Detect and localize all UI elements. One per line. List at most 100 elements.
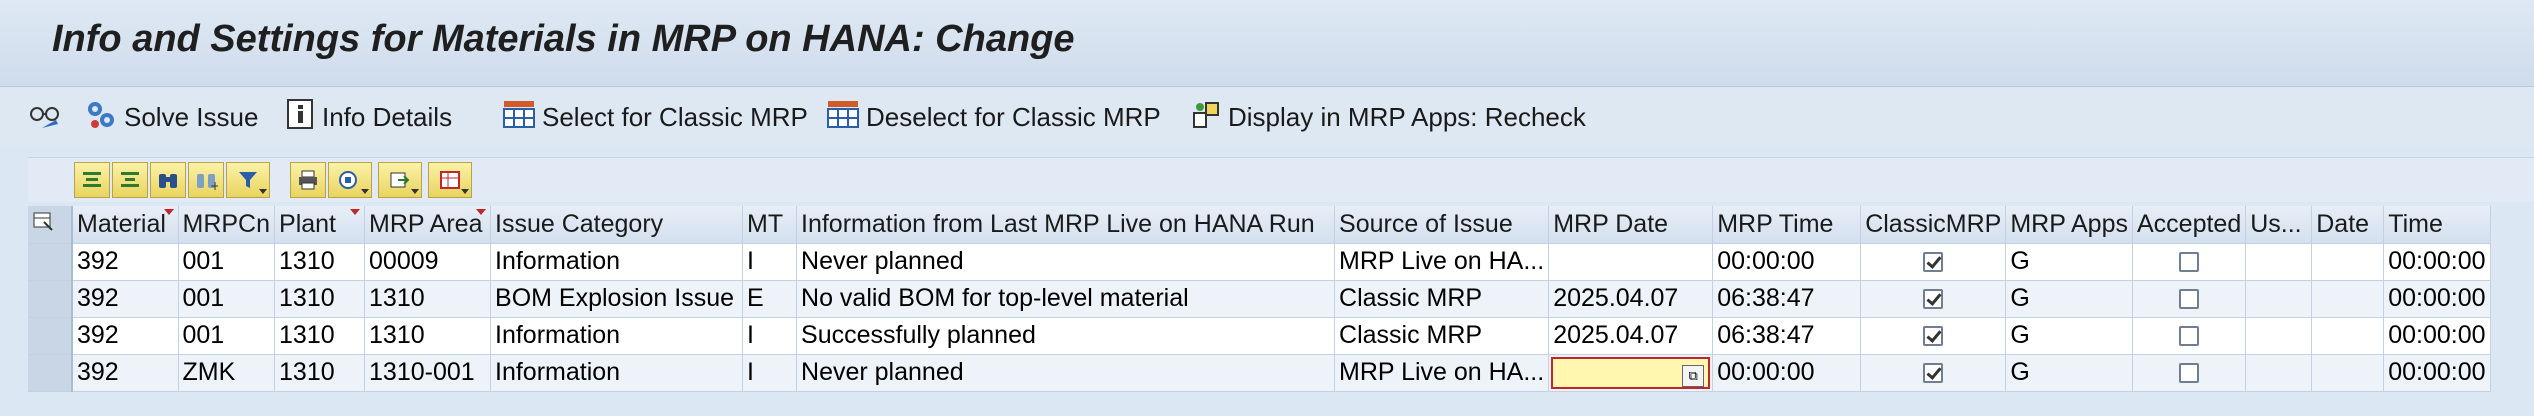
- cell-classic-mrp: [1860, 317, 2007, 355]
- col-header-time[interactable]: Time: [2383, 206, 2491, 244]
- cell-date: [2311, 354, 2385, 392]
- solve-issue-label: Solve Issue: [124, 101, 259, 132]
- info-details-label: Info Details: [322, 101, 453, 132]
- accepted-checkbox[interactable]: [2179, 363, 2200, 384]
- cell-mrp-date[interactable]: [1548, 243, 1714, 281]
- col-header-info[interactable]: Information from Last MRP Live on HANA R…: [796, 206, 1336, 244]
- cell-time: 00:00:00: [2383, 354, 2491, 392]
- glasses-icon[interactable]: [28, 95, 62, 139]
- cell-mrp-area: 1310-001: [364, 354, 492, 392]
- binoculars-icon[interactable]: [150, 162, 186, 198]
- cell-plant: 1310: [274, 317, 366, 355]
- cell-mrp-area: 00009: [364, 243, 492, 281]
- cell-material: 392: [72, 280, 179, 318]
- cell-time: 00:00:00: [2383, 243, 2491, 281]
- mrp-materials-grid: Material MRPCn Plant MRP Area Issue Cate…: [28, 206, 2491, 392]
- solve-issue-button[interactable]: Solve Issue: [84, 95, 258, 139]
- cell-issue-category: Information: [490, 243, 744, 281]
- row-selector[interactable]: [28, 354, 73, 392]
- col-header-mrpcn[interactable]: MRPCn: [178, 206, 276, 244]
- cell-mrp-apps: G: [2005, 243, 2133, 281]
- accepted-checkbox[interactable]: [2179, 289, 2200, 310]
- row-selector[interactable]: [28, 280, 73, 318]
- print-icon[interactable]: [290, 162, 326, 198]
- cell-info: Successfully planned: [796, 317, 1336, 355]
- cell-date: [2311, 280, 2385, 318]
- find-next-icon[interactable]: +: [188, 162, 224, 198]
- cell-accepted: [2132, 317, 2247, 355]
- display-mrp-apps-recheck-button[interactable]: Display in MRP Apps: Recheck: [1192, 95, 1586, 139]
- align-center-icon[interactable]: [112, 162, 148, 198]
- cell-time: 00:00:00: [2383, 317, 2491, 355]
- col-header-mrp-time[interactable]: MRP Time: [1712, 206, 1862, 244]
- info-details-button[interactable]: Info Details: [286, 95, 452, 139]
- col-header-user[interactable]: Us...: [2245, 206, 2313, 244]
- cell-mrp-time: 00:00:00: [1712, 243, 1862, 281]
- cell-date: [2311, 317, 2385, 355]
- classic-mrp-checkbox[interactable]: [1923, 252, 1944, 273]
- cell-plant: 1310: [274, 280, 366, 318]
- col-header-accepted[interactable]: Accepted: [2132, 206, 2247, 244]
- cell-accepted: [2132, 354, 2247, 392]
- cell-mrp-area: 1310: [364, 280, 492, 318]
- cell-source: Classic MRP: [1334, 280, 1550, 318]
- filter-icon[interactable]: [226, 162, 270, 198]
- col-header-issue-category[interactable]: Issue Category: [490, 206, 744, 244]
- export-icon[interactable]: [378, 162, 422, 198]
- classic-mrp-checkbox[interactable]: [1923, 289, 1944, 310]
- select-classic-mrp-button[interactable]: Select for Classic MRP: [502, 95, 808, 139]
- col-header-plant[interactable]: Plant: [274, 206, 366, 244]
- cell-source: Classic MRP: [1334, 317, 1550, 355]
- cell-plant: 1310: [274, 354, 366, 392]
- classic-mrp-checkbox[interactable]: [1923, 363, 1944, 384]
- cell-mrp-date[interactable]: 2025.04.07: [1548, 280, 1714, 318]
- select-classic-mrp-label: Select for Classic MRP: [542, 101, 808, 132]
- align-top-icon[interactable]: [74, 162, 110, 198]
- col-header-mt[interactable]: MT: [742, 206, 798, 244]
- classic-mrp-checkbox[interactable]: [1923, 326, 1944, 347]
- col-header-material[interactable]: Material: [72, 206, 179, 244]
- col-header-mrp-date[interactable]: MRP Date: [1548, 206, 1714, 244]
- cell-info: No valid BOM for top-level material: [796, 280, 1336, 318]
- display-mrp-apps-recheck-label: Display in MRP Apps: Recheck: [1228, 101, 1586, 132]
- table-row: 392 001 1310 00009 Information I Never p…: [28, 243, 2491, 281]
- cell-mrp-time: 06:38:47: [1712, 280, 1862, 318]
- accepted-checkbox[interactable]: [2179, 252, 2200, 273]
- row-selector[interactable]: [28, 317, 73, 355]
- cell-issue-category: BOM Explosion Issue: [490, 280, 744, 318]
- cell-accepted: [2132, 280, 2247, 318]
- cell-mrpcn: 001: [178, 280, 276, 318]
- deselect-classic-mrp-label: Deselect for Classic MRP: [866, 101, 1161, 132]
- cell-mrp-date[interactable]: 2025.04.07: [1548, 317, 1714, 355]
- select-all-rows-icon[interactable]: [28, 206, 73, 244]
- recheck-icon: [1192, 97, 1222, 138]
- value-help-icon[interactable]: ⧉: [1682, 364, 1705, 387]
- row-selector[interactable]: [28, 243, 73, 281]
- cell-classic-mrp: [1860, 243, 2007, 281]
- cell-mrpcn: ZMK: [178, 354, 276, 392]
- mrp-date-input[interactable]: ⧉: [1551, 356, 1711, 389]
- application-toolbar: Solve Issue Info Details Select for Clas…: [0, 87, 2534, 147]
- header-row: Material MRPCn Plant MRP Area Issue Cate…: [28, 206, 2491, 244]
- cell-mrpcn: 001: [178, 317, 276, 355]
- info-icon: [286, 97, 316, 138]
- col-header-mrp-apps[interactable]: MRP Apps: [2005, 206, 2133, 244]
- cell-user: [2245, 280, 2313, 318]
- views-icon[interactable]: [328, 162, 372, 198]
- deselect-classic-mrp-button[interactable]: Deselect for Classic MRP: [826, 95, 1161, 139]
- col-header-classic-mrp[interactable]: ClassicMRP: [1860, 206, 2007, 244]
- col-header-source[interactable]: Source of Issue: [1334, 206, 1550, 244]
- page-title: Info and Settings for Materials in MRP o…: [52, 18, 1075, 60]
- col-header-date[interactable]: Date: [2311, 206, 2385, 244]
- accepted-checkbox[interactable]: [2179, 326, 2200, 347]
- cell-mrp-time: 00:00:00: [1712, 354, 1862, 392]
- select-all-icon: [502, 97, 536, 138]
- cell-classic-mrp: [1860, 280, 2007, 318]
- cell-material: 392: [72, 317, 179, 355]
- cell-mrp-date-editing[interactable]: ⧉: [1548, 354, 1714, 392]
- cell-mrp-apps: G: [2005, 280, 2133, 318]
- cell-user: [2245, 317, 2313, 355]
- layout-icon[interactable]: [428, 162, 472, 198]
- col-header-mrp-area[interactable]: MRP Area: [364, 206, 492, 244]
- cell-mrp-apps: G: [2005, 317, 2133, 355]
